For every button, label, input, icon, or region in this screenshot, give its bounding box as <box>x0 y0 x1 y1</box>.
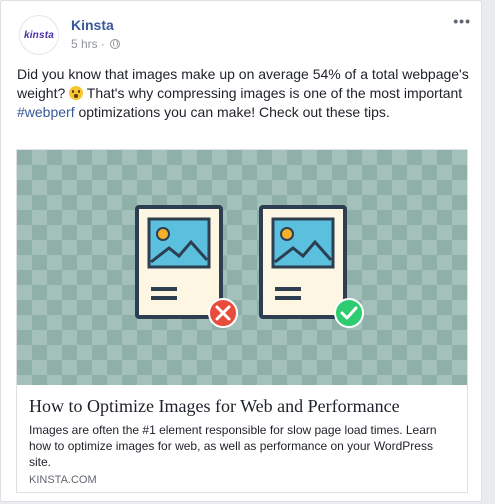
unoptimized-image-card <box>135 205 223 319</box>
post-header: kinsta Kinsta 5 hrs · ••• <box>13 11 471 57</box>
post-time[interactable]: 5 hrs <box>71 37 98 51</box>
link-title[interactable]: How to Optimize Images for Web and Perfo… <box>29 396 400 417</box>
post-text-part3: optimizations you can make! Check out th… <box>78 104 390 120</box>
link-domain: KINSTA.COM <box>29 474 97 486</box>
link-description: Images are often the #1 element responsi… <box>29 423 437 469</box>
post-text: Did you know that images make up on aver… <box>17 65 469 122</box>
link-info[interactable]: How to Optimize Images for Web and Perfo… <box>17 386 467 492</box>
surprised-emoji-icon <box>69 86 84 100</box>
globe-icon[interactable] <box>109 39 120 49</box>
avatar-logo-text: kinsta <box>23 29 55 41</box>
post-meta: 5 hrs · <box>71 37 120 51</box>
hashtag-link[interactable]: #webperf <box>17 104 75 120</box>
error-x-icon <box>208 298 238 328</box>
illustration <box>135 205 364 328</box>
success-check-icon <box>334 298 364 328</box>
optimized-image-card <box>259 205 347 319</box>
link-preview-image[interactable] <box>17 150 467 385</box>
post-card: kinsta Kinsta 5 hrs · ••• Did you know t… <box>0 0 482 502</box>
link-preview[interactable]: How to Optimize Images for Web and Perfo… <box>16 149 468 493</box>
avatar[interactable]: kinsta <box>19 15 59 55</box>
post-text-part2: That's why compressing images is one of … <box>86 85 463 101</box>
more-options-icon[interactable]: ••• <box>453 13 471 29</box>
page-name[interactable]: Kinsta <box>71 17 114 33</box>
meta-separator: · <box>100 37 105 51</box>
